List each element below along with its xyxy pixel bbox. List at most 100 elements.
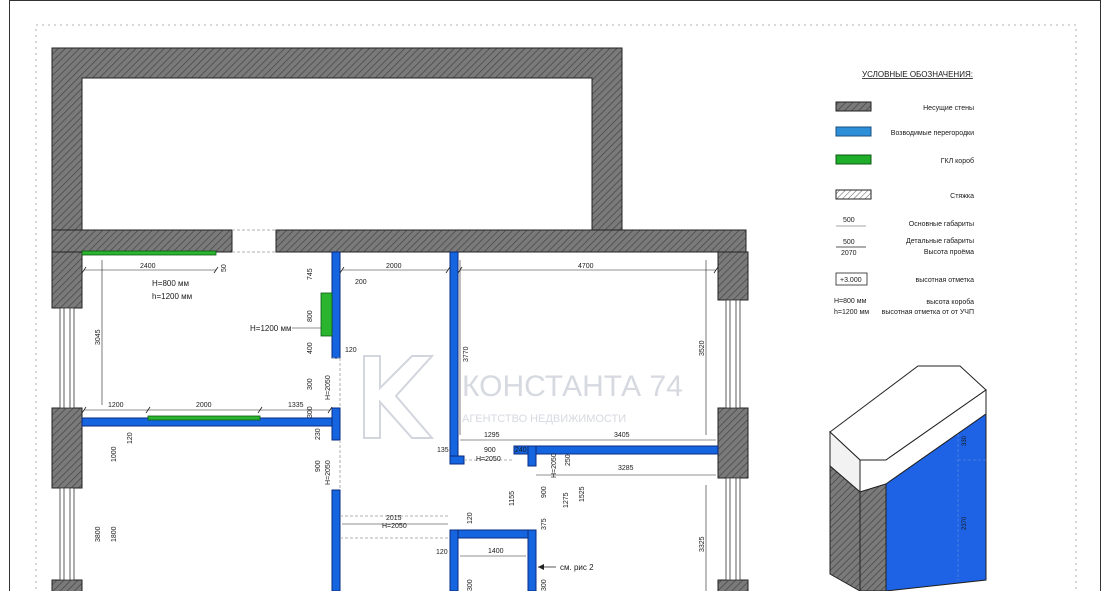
bearing-wall-left-1: [51, 251, 83, 309]
dim-900-b: 900: [315, 460, 322, 472]
partition-v4: [449, 529, 459, 591]
dim-120-a: 120: [345, 347, 357, 354]
window-right-2: [725, 477, 741, 581]
dim-1155: 1155: [509, 491, 516, 506]
legend-label-bearing: Несущие стены: [923, 105, 974, 112]
see-figure-note: см. рис 2: [560, 563, 594, 572]
legend-sample-level: +3.000: [840, 277, 862, 284]
dim-1525: 1525: [579, 486, 586, 502]
dim-2000-top: 2000: [386, 263, 402, 270]
dim-120-b: 120: [127, 432, 134, 444]
dim-2015: 2015: [386, 515, 402, 522]
dim-900-c: 900: [541, 486, 548, 498]
box-level-label: h=1200 мм: [152, 292, 192, 301]
dim-1800: 1800: [111, 526, 118, 542]
legend-label-partition: Возводимые перегородки: [891, 130, 974, 137]
box2-height-label: H=1200 мм: [250, 324, 291, 333]
partition-v5: [527, 529, 537, 591]
dim-745: 745: [307, 268, 314, 280]
door-height-2: H=2050: [325, 460, 332, 485]
legend-label-box-height: высота короба: [926, 298, 974, 306]
box-height-label: H=800 мм: [152, 279, 189, 288]
partition-v1-low: [331, 489, 341, 591]
dim-1275: 1275: [563, 492, 570, 508]
gkl-box-top: [81, 250, 217, 256]
dim-3285: 3285: [618, 465, 634, 472]
bearing-wall-left-3: [51, 579, 83, 591]
door-height-1: H=2050: [325, 375, 332, 400]
dim-200: 200: [355, 279, 367, 286]
legend-sample-box-level: h=1200 мм: [834, 309, 869, 316]
legend-label-level: высотная отметка: [915, 277, 974, 284]
bearing-wall-mid-right: [275, 229, 747, 253]
detail-front-wall: [859, 483, 887, 591]
legend-sample-detail-dims: 500: [843, 239, 855, 246]
legend-swatch-partition: [835, 126, 872, 137]
door-height-4: H=2050: [551, 453, 558, 478]
watermark-title: КОНСТАНТА 74: [462, 370, 683, 403]
bearing-wall-mid-left: [51, 229, 233, 253]
dim-1400: 1400: [488, 548, 504, 555]
dim-300-c: 300: [467, 579, 474, 591]
partition-v1-top: [331, 251, 341, 359]
dim-375: 375: [541, 518, 548, 530]
legend-swatch-gkl: [835, 154, 872, 165]
dim-900-a: 900: [484, 447, 496, 454]
legend-label-opening: Высота проёма: [924, 249, 974, 256]
window-left-2: [59, 487, 75, 581]
detail-3d-figure: 330 2370: [829, 365, 987, 591]
legend-label-box-level: высотная отметка от от УЧП: [882, 309, 974, 316]
door-height-3: H=2050: [476, 456, 501, 463]
dim-3045: 3045: [95, 329, 102, 345]
dim-3800: 3800: [95, 526, 102, 542]
bearing-wall-right-2: [717, 407, 749, 479]
dim-300-d: 300: [541, 579, 548, 591]
gkl-box-mid: [147, 415, 261, 421]
bearing-walls: [51, 47, 749, 591]
dim-3325: 3325: [699, 536, 706, 552]
watermark: КОНСТАНТА 74 АГЕНТСТВО НЕДВИЖИМОСТИ: [363, 355, 683, 439]
bearing-wall-right-1: [717, 251, 749, 301]
gkl-boxes: [81, 250, 333, 421]
legend: УСЛОВНЫЕ ОБОЗНАЧЕНИЯ: Несущие стены Возв…: [834, 70, 974, 316]
dimension-texts: 2400 50 2000 4700 745 200 800 400 120 30…: [95, 263, 706, 591]
partition-v3: [527, 445, 537, 467]
legend-sample-opening: 2070: [841, 250, 857, 257]
dim-50: 50: [221, 264, 228, 272]
bearing-wall-left-2: [51, 407, 83, 489]
gkl-box-side: [320, 292, 333, 337]
floor-plan-drawing: 2400 50 2000 4700 745 200 800 400 120 30…: [9, 0, 1101, 591]
dim-1335: 1335: [288, 402, 304, 409]
legend-swatch-screed: [835, 189, 872, 200]
legend-title: УСЛОВНЫЕ ОБОЗНАЧЕНИЯ:: [862, 70, 973, 79]
window-right-1: [725, 299, 741, 409]
door-height-5: H=2050: [382, 523, 407, 530]
legend-label-screed: Стяжка: [950, 193, 974, 200]
legend-swatch-bearing: [835, 101, 872, 112]
watermark-logo-icon: [363, 355, 435, 439]
dim-1000: 1000: [111, 446, 118, 462]
dim-240: 240: [515, 447, 527, 454]
dim-3405: 3405: [614, 432, 630, 439]
dim-250: 250: [565, 454, 572, 466]
legend-label-gkl: ГКЛ короб: [941, 157, 974, 165]
legend-label-main-dims: Основные габариты: [909, 220, 974, 228]
dim-2000-mid: 2000: [196, 402, 212, 409]
partition-v2: [449, 251, 459, 465]
bearing-wall-upper-room: [51, 47, 623, 231]
dim-2400: 2400: [140, 263, 156, 270]
watermark-subtitle: АГЕНТСТВО НЕДВИЖИМОСТИ: [462, 413, 626, 425]
dim-4700: 4700: [578, 263, 594, 270]
partition-h-right: [513, 445, 719, 455]
dim-300-b: 300: [307, 406, 314, 418]
partition-v1-mid: [331, 407, 341, 441]
legend-sample-box-height: H=800 мм: [834, 298, 867, 305]
legend-label-detail-dims: Детальные габариты: [906, 237, 974, 245]
partition-h-stub: [449, 455, 465, 465]
dim-135: 135: [437, 447, 449, 454]
partition-h-lower: [449, 529, 537, 539]
dim-1295: 1295: [484, 432, 500, 439]
dim-120-d: 120: [436, 549, 448, 556]
dim-400: 400: [307, 342, 314, 354]
dim-1200: 1200: [108, 402, 124, 409]
